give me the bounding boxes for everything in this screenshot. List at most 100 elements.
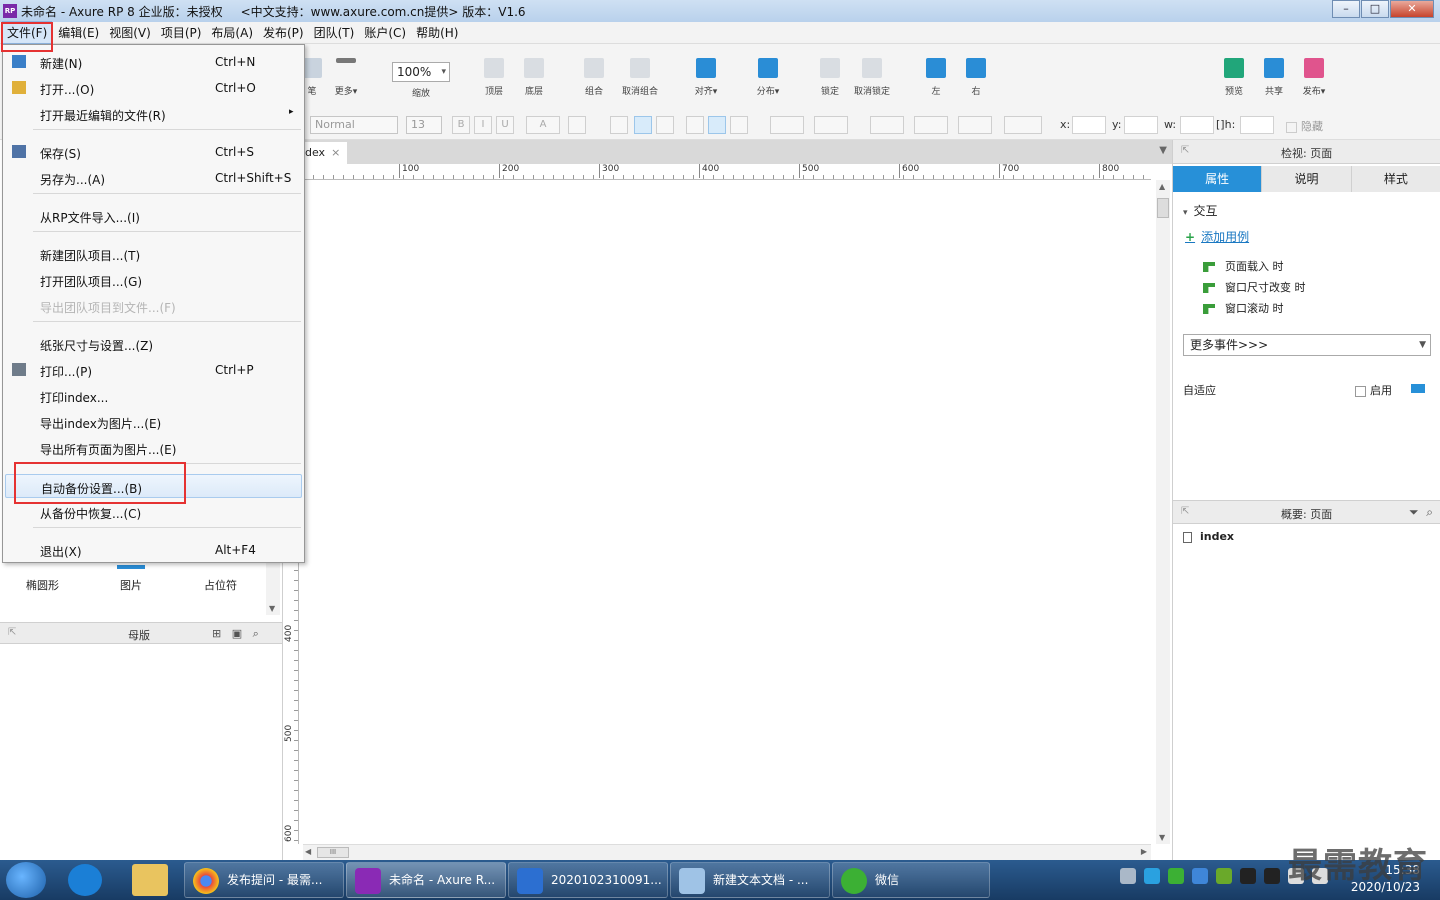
- widget-ellipse[interactable]: 椭圆形: [26, 577, 59, 593]
- close-button[interactable]: ✕: [1390, 0, 1434, 18]
- taskbar-notepad[interactable]: 新建文本文档 - ...: [670, 862, 830, 898]
- toolbar-panel-left[interactable]: 左: [916, 58, 956, 97]
- toolbar-unlock[interactable]: 取消锁定: [852, 58, 892, 97]
- collapse-icon[interactable]: ⇱: [1181, 145, 1189, 156]
- valign-bottom-icon[interactable]: [730, 116, 748, 134]
- style-select[interactable]: Normal: [310, 116, 398, 134]
- vertical-scroll-thumb[interactable]: [1157, 198, 1169, 218]
- line-color-button[interactable]: [870, 116, 904, 134]
- canvas-horizontal-scrollbar[interactable]: ◀ III ▶: [303, 844, 1151, 860]
- file-menu-print[interactable]: 打印...(P) Ctrl+P: [5, 358, 302, 382]
- toolbar-bring-front[interactable]: 顶层: [474, 58, 514, 97]
- file-menu-recent[interactable]: 打开最近编辑的文件(R) ▸: [5, 102, 302, 126]
- event-window-resize[interactable]: 窗口尺寸改变 时: [1203, 279, 1306, 295]
- start-button[interactable]: [6, 862, 46, 898]
- file-menu-import-rp[interactable]: 从RP文件导入...(I): [5, 204, 302, 228]
- file-menu-auto-backup-settings[interactable]: 自动备份设置...(B): [5, 474, 302, 498]
- adaptive-views-icon[interactable]: [1411, 384, 1425, 393]
- maximize-button[interactable]: □: [1361, 0, 1389, 18]
- scroll-right-icon[interactable]: ▶: [1141, 847, 1147, 856]
- ie-icon[interactable]: [68, 864, 102, 896]
- h-input[interactable]: [1240, 116, 1274, 134]
- file-menu-exit[interactable]: 退出(X) Alt+F4: [5, 538, 302, 562]
- file-menu-export-all-images[interactable]: 导出所有页面为图片...(E): [5, 436, 302, 460]
- outline-page-item[interactable]: index: [1183, 530, 1234, 543]
- arrow-style-button[interactable]: [1004, 116, 1042, 134]
- file-menu-print-index[interactable]: 打印index...: [5, 384, 302, 408]
- align-right-icon[interactable]: [656, 116, 674, 134]
- add-master-icon[interactable]: ⊞: [212, 627, 221, 640]
- menu-file[interactable]: 文件(F): [2, 21, 53, 44]
- toolbar-preview[interactable]: 预览: [1214, 58, 1254, 97]
- taskbar-chrome[interactable]: 发布提问 - 最需...: [184, 862, 344, 898]
- menu-help[interactable]: 帮助(H): [412, 22, 462, 43]
- file-menu-new[interactable]: 新建(N) Ctrl+N: [5, 50, 302, 74]
- tab-close-icon[interactable]: ×: [331, 146, 340, 159]
- hide-checkbox[interactable]: 隐藏: [1286, 118, 1323, 134]
- file-menu-restore-backup[interactable]: 从备份中恢复...(C): [5, 500, 302, 524]
- tab-notes[interactable]: 说明: [1262, 166, 1352, 192]
- keyboard-icon[interactable]: [1120, 868, 1136, 884]
- menu-project[interactable]: 项目(P): [157, 22, 206, 43]
- wechat-tray-icon[interactable]: [1168, 868, 1184, 884]
- toolbar-distribute[interactable]: 分布▾: [748, 58, 788, 97]
- align-left-icon[interactable]: [610, 116, 628, 134]
- horizontal-scroll-thumb[interactable]: III: [317, 847, 349, 858]
- bold-button[interactable]: B: [452, 116, 470, 134]
- shadow-button[interactable]: [814, 116, 848, 134]
- collapse-icon[interactable]: ⇱: [1181, 506, 1189, 517]
- minimize-button[interactable]: –: [1332, 0, 1360, 18]
- toolbar-lock[interactable]: 锁定: [810, 58, 850, 97]
- file-menu-save-as[interactable]: 另存为...(A) Ctrl+Shift+S: [5, 166, 302, 190]
- qq-icon[interactable]: [1264, 868, 1280, 884]
- scroll-up-icon[interactable]: ▲: [1159, 182, 1165, 191]
- zoom-select[interactable]: 100% ▾: [392, 62, 450, 82]
- add-folder-icon[interactable]: ▣: [232, 627, 242, 640]
- collapse-icon[interactable]: ⇱: [8, 627, 16, 638]
- line-style-button[interactable]: [958, 116, 992, 134]
- menu-publish[interactable]: 发布(P): [259, 22, 308, 43]
- widget-scrollbar[interactable]: ▼: [266, 555, 280, 615]
- w-input[interactable]: [1180, 116, 1214, 134]
- menu-layout[interactable]: 布局(A): [207, 22, 257, 43]
- nvidia-icon[interactable]: [1216, 868, 1232, 884]
- menu-team[interactable]: 团队(T): [310, 22, 359, 43]
- file-menu-page-setup[interactable]: 纸张尺寸与设置...(Z): [5, 332, 302, 356]
- file-menu-open-team-project[interactable]: 打开团队项目...(G): [5, 268, 302, 292]
- shield-icon[interactable]: [1192, 868, 1208, 884]
- search-icon[interactable]: ⌕: [253, 627, 259, 640]
- y-input[interactable]: [1124, 116, 1158, 134]
- toolbar-group[interactable]: 组合: [574, 58, 614, 97]
- x-input[interactable]: [1072, 116, 1106, 134]
- tab-style[interactable]: 样式: [1351, 166, 1440, 192]
- toolbar-share[interactable]: 共享: [1254, 58, 1294, 97]
- toolbar-ungroup[interactable]: 取消组合: [620, 58, 660, 97]
- video-icon[interactable]: [1144, 868, 1160, 884]
- taskbar-wechat[interactable]: 微信: [832, 862, 990, 898]
- toolbar-more[interactable]: 更多▾: [326, 58, 366, 97]
- taskbar-word[interactable]: 2020102310091...: [508, 862, 668, 898]
- tab-properties[interactable]: 属性: [1173, 166, 1263, 192]
- valign-middle-icon[interactable]: [708, 116, 726, 134]
- toolbar-panel-right[interactable]: 右: [956, 58, 996, 97]
- filter-icon[interactable]: ⏷: [1409, 505, 1419, 519]
- canvas-vertical-scrollbar[interactable]: ▲ ▼: [1156, 180, 1170, 844]
- taskbar-axure[interactable]: 未命名 - Axure R...: [346, 862, 506, 898]
- font-color-button[interactable]: A: [526, 116, 560, 134]
- font-size-select[interactable]: 13: [406, 116, 442, 134]
- valign-top-icon[interactable]: [686, 116, 704, 134]
- toolbar-send-back[interactable]: 底层: [514, 58, 554, 97]
- widget-placeholder[interactable]: 占位符: [204, 577, 237, 593]
- widget-image[interactable]: 图片: [120, 577, 142, 593]
- adaptive-enable-checkbox[interactable]: 启用: [1355, 382, 1392, 398]
- file-menu-save[interactable]: 保存(S) Ctrl+S: [5, 140, 302, 164]
- explorer-icon[interactable]: [132, 864, 168, 896]
- add-case-link[interactable]: + 添加用例: [1185, 228, 1249, 245]
- menu-account[interactable]: 账户(C): [360, 22, 410, 43]
- fill-color-button[interactable]: [770, 116, 804, 134]
- file-menu-new-team-project[interactable]: 新建团队项目...(T): [5, 242, 302, 266]
- italic-button[interactable]: I: [474, 116, 492, 134]
- qq-icon[interactable]: [1240, 868, 1256, 884]
- toolbar-publish[interactable]: 发布▾: [1294, 58, 1334, 97]
- scroll-down-icon[interactable]: ▼: [1159, 833, 1165, 842]
